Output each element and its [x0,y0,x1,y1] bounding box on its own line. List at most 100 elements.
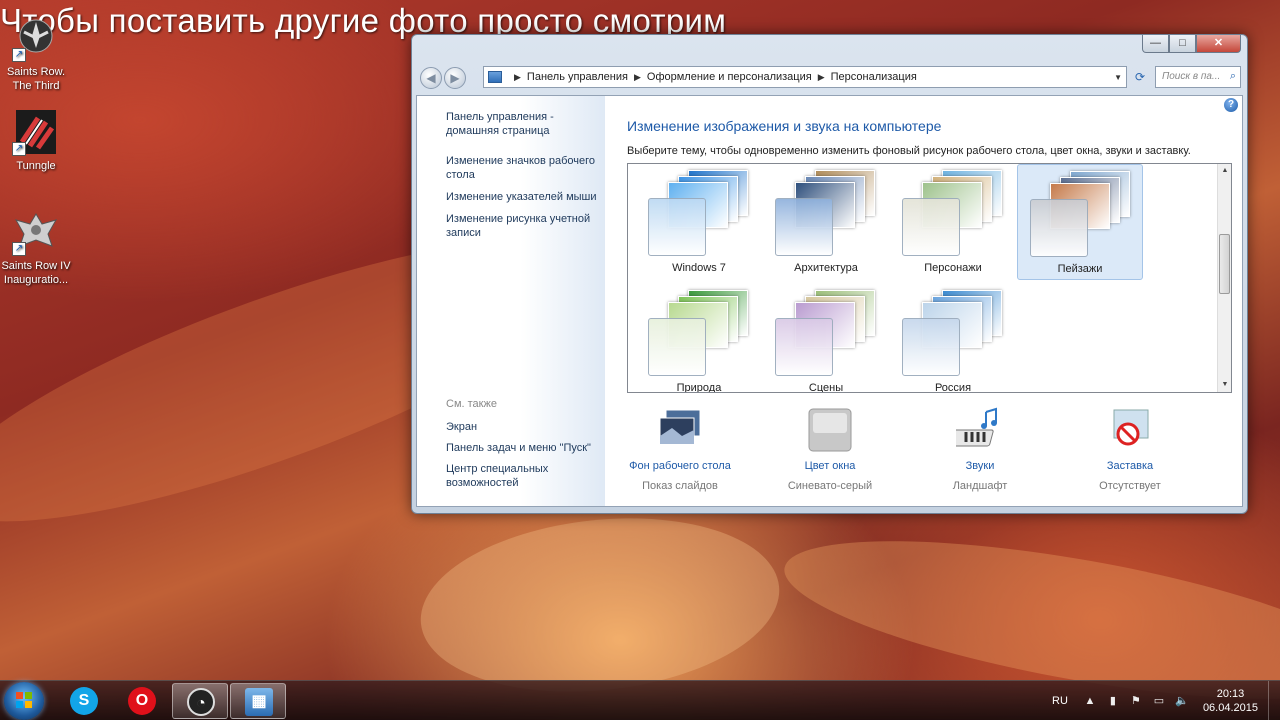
desktop-icon-label: Saints Row IV Inauguratio... [1,260,71,286]
breadcrumb-appearance[interactable]: Оформление и персонализация [647,71,812,83]
shortcut-arrow-icon: ↗ [12,242,26,256]
device-icon[interactable]: ▮ [1105,694,1121,708]
theme-name: Архитектура [794,262,858,274]
theme-color-swatch [648,318,706,376]
refresh-icon[interactable]: ⟳ [1130,68,1150,88]
breadcrumb-control-panel[interactable]: Панель управления [527,71,628,83]
navigation-bar: ◀ ▶ ▶ Панель управления ▶ Оформление и п… [420,66,1241,90]
sidebar-link-desktop-icons[interactable]: Изменение значков рабочего стола [446,154,604,182]
desktop-background-icon [656,406,704,454]
sidebar-link-ease-of-access[interactable]: Центр специальных возможностей [446,462,604,490]
theme-name: Сцены [808,382,844,393]
theme-tile[interactable]: Сцены [763,284,889,393]
control-panel-icon: ▦ [245,688,273,716]
back-button[interactable]: ◀ [420,67,442,89]
theme-tile[interactable]: Пейзажи [1017,164,1143,280]
clock[interactable]: 20:13 06.04.2015 [1203,687,1258,715]
action-center-flag-icon[interactable]: ⚑ [1128,694,1144,708]
window-color-item[interactable]: Цвет окна Синевато-серый [755,406,905,492]
taskbar-obs[interactable]: ◔ [172,683,228,719]
desktop-icon-saints-row-iv[interactable]: ↗ Saints Row IV Inauguratio... [0,208,73,287]
clock-time: 20:13 [1216,688,1245,700]
taskbar-opera[interactable]: O [114,683,170,719]
minimize-button[interactable]: — [1142,35,1169,53]
scroll-down-icon[interactable]: ▼ [1218,378,1231,392]
desktop-icon-tunngle[interactable]: ↗ Tunngle [0,108,73,173]
tunngle-icon: ↗ [12,108,60,156]
see-also-heading: См. также [446,398,497,410]
breadcrumb-personalization[interactable]: Персонализация [831,71,917,83]
start-button[interactable] [4,682,44,720]
theme-tile[interactable]: Windows 7 [636,164,762,280]
system-tray: RU ▲ ▮ ⚑ ▭ 🔈 20:13 06.04.2015 [1052,681,1280,720]
sidebar: Панель управления - домашняя страница Из… [417,96,605,506]
shortcut-arrow-icon: ↗ [12,142,26,156]
screensaver-value: Отсутствует [1099,480,1161,492]
sidebar-link-mouse-pointers[interactable]: Изменение указателей мыши [446,190,604,204]
search-input[interactable]: Поиск в па... ⌕ [1155,66,1241,88]
taskbar-skype[interactable]: S [56,683,112,719]
theme-tile[interactable]: Персонажи [890,164,1016,280]
close-button[interactable]: ✕ [1196,35,1241,53]
page-title: Изменение изображения и звука на компьют… [627,118,942,134]
screensaver-item[interactable]: Заставка Отсутствует [1055,406,1205,492]
window-content: Панель управления - домашняя страница Из… [416,95,1243,507]
skype-icon: S [70,687,98,715]
window-color-label[interactable]: Цвет окна [755,460,905,472]
tray-overflow-icon[interactable]: ▲ [1082,694,1098,708]
theme-color-swatch [902,198,960,256]
maximize-button[interactable]: □ [1169,35,1196,53]
sounds-label[interactable]: Звуки [905,460,1055,472]
theme-color-swatch [1030,199,1088,257]
theme-tile[interactable]: Природа [636,284,762,393]
forward-button[interactable]: ▶ [444,67,466,89]
desktop-icon-label: Tunngle [16,160,56,172]
search-icon[interactable]: ⌕ [1230,70,1236,83]
sounds-item[interactable]: Звуки Ландшафт [905,406,1055,492]
theme-name: Природа [676,382,722,393]
obs-icon: ◔ [187,688,215,716]
desktop-background-label[interactable]: Фон рабочего стола [605,460,755,472]
shortcut-arrow-icon: ↗ [12,48,26,62]
show-desktop-button[interactable] [1268,681,1280,720]
address-bar[interactable]: ▶ Панель управления ▶ Оформление и персо… [483,66,1127,88]
screensaver-label[interactable]: Заставка [1055,460,1205,472]
window-color-icon [806,406,854,454]
sidebar-link-taskbar[interactable]: Панель задач и меню "Пуск" [446,441,604,455]
window-color-value: Синевато-серый [787,480,873,492]
screensaver-icon [1106,406,1154,454]
network-icon[interactable]: ▭ [1151,694,1167,708]
sounds-value: Ландшафт [952,480,1008,492]
theme-color-swatch [775,198,833,256]
scroll-up-icon[interactable]: ▲ [1218,164,1231,178]
theme-scrollbar[interactable]: ▲ ▼ [1217,164,1231,392]
theme-name: Россия [934,382,972,393]
sidebar-link-home[interactable]: Панель управления - домашняя страница [446,110,604,138]
theme-color-swatch [775,318,833,376]
desktop-background-value: Показ слайдов [642,480,718,492]
desktop-background-item[interactable]: Фон рабочего стола Показ слайдов [605,406,755,492]
chevron-down-icon[interactable]: ▼ [1114,73,1122,82]
sounds-icon [949,406,1004,454]
windows-logo-icon [16,692,32,708]
page-subtitle: Выберите тему, чтобы одновременно измени… [627,145,1191,157]
sidebar-link-display[interactable]: Экран [446,420,604,434]
control-panel-icon [488,71,502,83]
sidebar-link-account-picture[interactable]: Изменение рисунка учетной записи [446,212,604,240]
volume-icon[interactable]: 🔈 [1174,694,1190,708]
theme-tile[interactable]: Россия [890,284,1016,393]
scroll-thumb[interactable] [1219,234,1230,294]
wallpaper-stripe [412,501,788,709]
theme-name: Windows 7 [672,262,726,274]
theme-name: Персонажи [924,262,982,274]
taskbar-control-panel[interactable]: ▦ [230,683,286,719]
help-icon[interactable]: ? [1224,98,1238,112]
taskbar: S O ◔ ▦ RU ▲ ▮ ⚑ ▭ 🔈 20:13 06.04.2015 [0,680,1280,720]
language-indicator[interactable]: RU [1052,695,1068,707]
saints-row-eagle-icon: ↗ [12,208,60,256]
theme-tile[interactable]: Архитектура [763,164,889,280]
desktop-icon-saints-row-third[interactable]: ↗ Saints Row. The Third [0,14,73,93]
theme-color-swatch [902,318,960,376]
search-placeholder: Поиск в па... [1162,71,1221,82]
personalization-window: — □ ✕ ◀ ▶ ▶ Панель управления ▶ Оформлен… [411,34,1248,514]
